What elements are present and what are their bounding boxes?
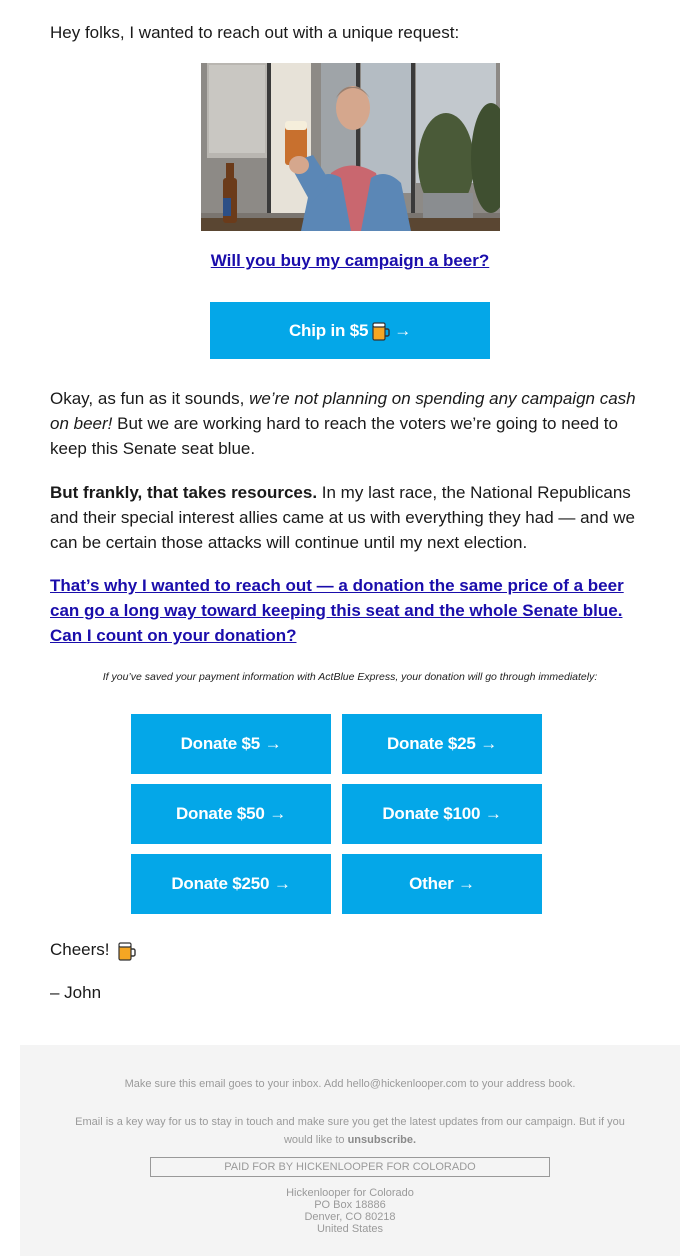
footer-email-note: Email is a key way for us to stay in tou… [20,1113,680,1149]
address-line: United States [316,1223,384,1235]
donate-250-button[interactable]: Donate $250 → [131,854,331,914]
chip-in-button[interactable]: Chip in $5 → [210,302,490,359]
paragraph-1: Okay, as fun as it sounds, we’re not pla… [50,386,650,461]
footer-inbox-note: Make sure this email goes to your inbox.… [124,1078,576,1090]
cheers-text: Cheers! [50,937,140,962]
donate-other-button[interactable]: Other → [342,854,542,914]
address-line: Hickenlooper for Colorado [286,1187,414,1199]
paragraph-3: That’s why I wanted to reach out — a don… [50,573,650,648]
beer-link-wrapper: Will you buy my campaign a beer? [0,251,700,271]
address-line: PO Box 18886 [314,1199,386,1211]
donate-50-button[interactable]: Donate $50 → [131,784,331,844]
beer-mug-icon [372,321,390,341]
paid-for-disclaimer: PAID FOR BY HICKENLOOPER FOR COLORADO [150,1157,550,1177]
footer: Make sure this email goes to your inbox.… [20,1045,680,1256]
address-line: Denver, CO 80218 [304,1211,396,1223]
intro-text: Hey folks, I wanted to reach out with a … [50,23,460,42]
video-still-image [201,63,500,231]
para1-start: Okay, as fun as it sounds, [50,389,250,408]
signoff-text: – John [50,983,102,1002]
chip-in-label: Chip in $5 [288,320,369,340]
beer-mug-icon [118,941,136,961]
beer-link[interactable]: Will you buy my campaign a beer? [211,251,490,270]
paragraph-2: But frankly, that takes resources. In my… [50,480,650,555]
footer-address: Hickenlooper for Colorado PO Box 18886 D… [20,1187,680,1235]
para1-end: But we are working hard to reach the vot… [50,414,618,458]
hero-image[interactable] [201,63,500,231]
cheers-label: Cheers! [50,940,110,959]
para2-bold: But frankly, that takes resources. [50,483,318,502]
actblue-express-note: If you’ve saved your payment information… [102,671,598,683]
donate-25-button[interactable]: Donate $25 → [342,714,542,774]
arrow-right-icon: → [394,320,412,340]
donate-100-button[interactable]: Donate $100 → [342,784,542,844]
donation-ask-link[interactable]: That’s why I wanted to reach out — a don… [50,576,624,645]
unsubscribe-link[interactable]: unsubscribe. [348,1134,416,1146]
donate-5-button[interactable]: Donate $5 → [131,714,331,774]
